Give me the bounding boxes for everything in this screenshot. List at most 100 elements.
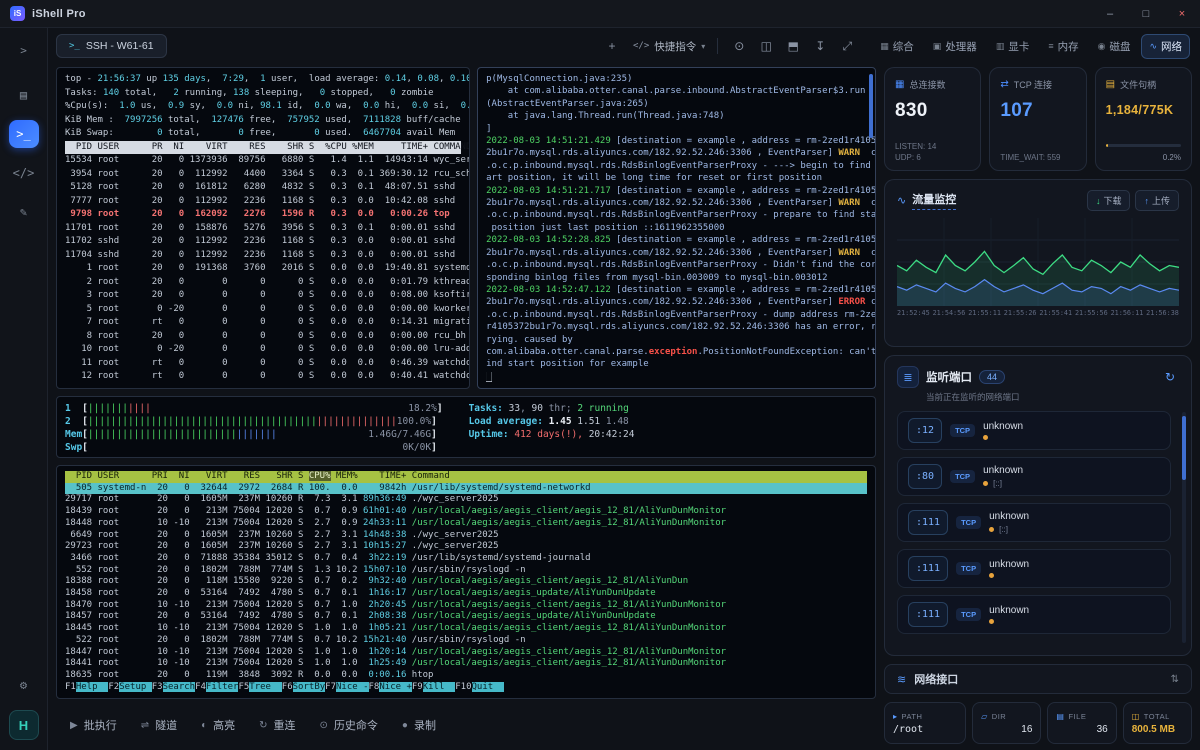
collapse-chevron-icon[interactable]: >	[9, 36, 39, 64]
minimize-button[interactable]: –	[1092, 0, 1128, 27]
terminal-line: 2bu1r7o.mysql.rds.aliyuncs.com/182.92.52…	[486, 296, 867, 308]
expand-icon[interactable]: ⇅	[1171, 674, 1179, 685]
udp-count: UDP: 6	[895, 153, 970, 162]
terminal-line: 18448 root 10 -10 213M 75004 12020 S 2.7…	[65, 518, 867, 530]
tcp-link-icon: ⇄	[1000, 79, 1008, 90]
log-terminal-pane[interactable]: p(MysqlConnection.java:235) at com.aliba…	[477, 67, 876, 389]
terminal-line: 11702 sshd 20 0 112992 2236 1168 S 0.3 0…	[65, 235, 461, 249]
download-arrow-icon: ↓	[1096, 196, 1101, 206]
terminal-line: 2 root 20 0 0 0 0 S 0.0 0.0 0:01.79 kthr…	[65, 276, 461, 290]
session-tab[interactable]: >_ SSH - W61-61	[56, 34, 167, 58]
network-interfaces-header[interactable]: ≋ 网络接口 ⇅	[884, 664, 1192, 694]
tab-gpu-label: 显卡	[1008, 39, 1029, 54]
htop-process-pane[interactable]: PID USER PRI NI VIRT RES SHR S CPU% MEM%…	[56, 465, 876, 699]
total-card[interactable]: ◫TOTAL 800.5 MB	[1123, 702, 1192, 744]
port-row[interactable]: :111 TCP unknown	[897, 549, 1171, 588]
htop-meters-pane[interactable]: 1 [||||||||||| 18.2%]2 [||||||||||||||||…	[56, 396, 876, 458]
tab-memory[interactable]: ≡内存	[1040, 34, 1086, 59]
file-handles-label: 文件句柄	[1120, 78, 1156, 91]
terminal-line: 2022-08-03 14:51:21.429 [destination = e…	[486, 135, 867, 147]
ports-scrollbar[interactable]	[1182, 416, 1186, 480]
tab-disk[interactable]: ◉磁盘	[1090, 34, 1139, 59]
terminal-line: 15534 root 20 0 1373936 89756 6880 S 1.4…	[65, 154, 461, 168]
stat-card-label: FILE	[1068, 712, 1086, 721]
terminal-line: 18445 root 10 -10 213M 75004 12020 S 1.0…	[65, 623, 867, 635]
terminal-line: 12 root rt 0 0 0 0 S 0.0 0.0 0:40.41 wat…	[65, 370, 461, 384]
terminal-line: r4105372bu1r7o.mysql.rds.aliyuncs.com/18…	[486, 321, 867, 333]
port-row[interactable]: :111 TCP unknown [::]	[897, 503, 1171, 542]
x-axis-tick-label: 21:55:41	[1039, 309, 1072, 317]
fullscreen-icon[interactable]: ⤢	[838, 39, 856, 54]
chevron-down-icon: ▾	[701, 42, 705, 51]
terminal-line: Mem[||||||||||||||||||||||||||||||||| 1.…	[65, 428, 443, 441]
stat-card-icon: ▱	[981, 712, 988, 721]
terminal-line: sponding binlog files from mysql-bin.003…	[486, 272, 867, 284]
terminal-line: 505 systemd-n 20 0 32644 2972 2684 R 100…	[65, 483, 867, 495]
toolbar-item-label: 批执行	[84, 717, 117, 733]
download-session-icon[interactable]: ↧	[811, 39, 829, 54]
port-address: [::]	[999, 525, 1008, 534]
port-row[interactable]: :111 TCP unknown	[897, 595, 1171, 634]
download-toggle-button[interactable]: ↓下载	[1087, 190, 1131, 211]
terminal-line: .o.c.p.inbound.mysql.rds.RdsBinlogEventP…	[486, 209, 867, 221]
tcp-connections-card[interactable]: ⇄TCP 连接 107 TIME_WAIT: 559	[989, 67, 1086, 171]
listening-ports-subtitle: 当前正在监听的网络端口	[926, 391, 1181, 403]
log-scrollbar[interactable]	[869, 74, 873, 138]
download-toggle-label: 下载	[1103, 194, 1121, 207]
toolbar-item-icon: ●	[402, 720, 408, 731]
tab-overview-label: 综合	[893, 39, 914, 54]
htop-process-table: PID USER PRI NI VIRT RES SHR S CPU% MEM%…	[65, 471, 867, 693]
terminal-line: 18441 root 10 -10 213M 75004 12020 S 1.0…	[65, 658, 867, 670]
dir-card[interactable]: ▱DIR 16	[972, 702, 1041, 744]
terminal-line: 29717 root 20 0 1605M 237M 10260 R 7.3 3…	[65, 494, 867, 506]
tab-gpu[interactable]: ▥显卡	[988, 34, 1038, 59]
tab-overview[interactable]: ▦综合	[872, 34, 922, 59]
edit-icon[interactable]: ✎	[9, 198, 39, 226]
split-horizontal-icon[interactable]: ◫	[757, 39, 775, 54]
htop-summary: Tasks: 33, 90 thr; 2 runningLoad average…	[469, 402, 635, 452]
total-connections-card[interactable]: ▦总连接数 830 LISTEN: 14 UDP: 6	[884, 67, 981, 171]
history-button[interactable]: ⊙ 历史命令	[320, 717, 378, 733]
gpu-icon: ▥	[996, 41, 1005, 52]
refresh-icon[interactable]: ↻	[1165, 370, 1175, 384]
session-tool-icons: ⊙ ◫ ⬒ ↧ ⤢	[730, 39, 856, 54]
close-button[interactable]: ×	[1164, 0, 1200, 27]
file-card[interactable]: ▤FILE 36	[1047, 702, 1116, 744]
path-card[interactable]: ▸PATH /root	[884, 702, 966, 744]
toolbar-item-label: 重连	[274, 717, 296, 733]
tunnel-button[interactable]: ⇌ 隧道	[141, 717, 177, 733]
split-vertical-icon[interactable]: ⬒	[784, 39, 802, 54]
highlight-button[interactable]: ◐ 高亮	[201, 717, 235, 733]
code-icon[interactable]: </>	[9, 159, 39, 187]
reconnect-button[interactable]: ↻ 重连	[259, 717, 295, 733]
panels-icon[interactable]: ▤	[9, 81, 39, 109]
tab-disk-label: 磁盘	[1109, 39, 1130, 54]
new-tab-button[interactable]: +	[603, 39, 621, 53]
cast-icon[interactable]: ⊙	[730, 39, 748, 54]
terminal-line: 2022-08-03 14:52:47.122 [destination = e…	[486, 284, 867, 296]
top-terminal-pane[interactable]: top - 21:56:37 up 135 days, 7:29, 1 user…	[56, 67, 470, 389]
terminal-line: .o.c.p.inbound.mysql.rds.RdsBinlogEventP…	[486, 259, 867, 271]
batch-exec-button[interactable]: ▶ 批执行	[70, 717, 117, 733]
port-row[interactable]: :12 TCP unknown	[897, 411, 1171, 450]
terminal-line: 5128 root 20 0 161812 6280 4832 S 0.3 0.…	[65, 181, 461, 195]
upload-arrow-icon: ↑	[1144, 196, 1149, 206]
terminal-line: Tasks: 33, 90 thr; 2 running	[469, 402, 635, 415]
ports-count-badge: 44	[979, 370, 1005, 384]
status-dot	[989, 527, 994, 532]
file-handles-card[interactable]: ▤文件句柄 1,184/775K 0.2%	[1095, 67, 1192, 171]
terminal-line: Uptime: 412 days(!), 20:42:24	[469, 428, 635, 441]
memory-icon: ≡	[1048, 41, 1053, 51]
record-button[interactable]: ● 录制	[402, 717, 436, 733]
terminal-line: 18458 root 20 0 53164 7492 4780 S 0.7 0.…	[65, 588, 867, 600]
x-axis-tick-label: 21:55:26	[1004, 309, 1037, 317]
terminal-line: 552 root 20 0 1802M 788M 774M S 1.3 10.2…	[65, 565, 867, 577]
port-row[interactable]: :80 TCP unknown [::]	[897, 457, 1171, 496]
quick-commands-button[interactable]: </> 快捷指令 ▾	[633, 39, 705, 54]
gear-icon[interactable]: ⚙	[9, 671, 39, 699]
tab-network[interactable]: ∿网络	[1141, 34, 1190, 59]
upload-toggle-button[interactable]: ↑上传	[1135, 190, 1179, 211]
terminal-icon[interactable]: >_	[9, 120, 39, 148]
tab-cpu[interactable]: ▣处理器	[925, 34, 985, 59]
maximize-button[interactable]: □	[1128, 0, 1164, 27]
